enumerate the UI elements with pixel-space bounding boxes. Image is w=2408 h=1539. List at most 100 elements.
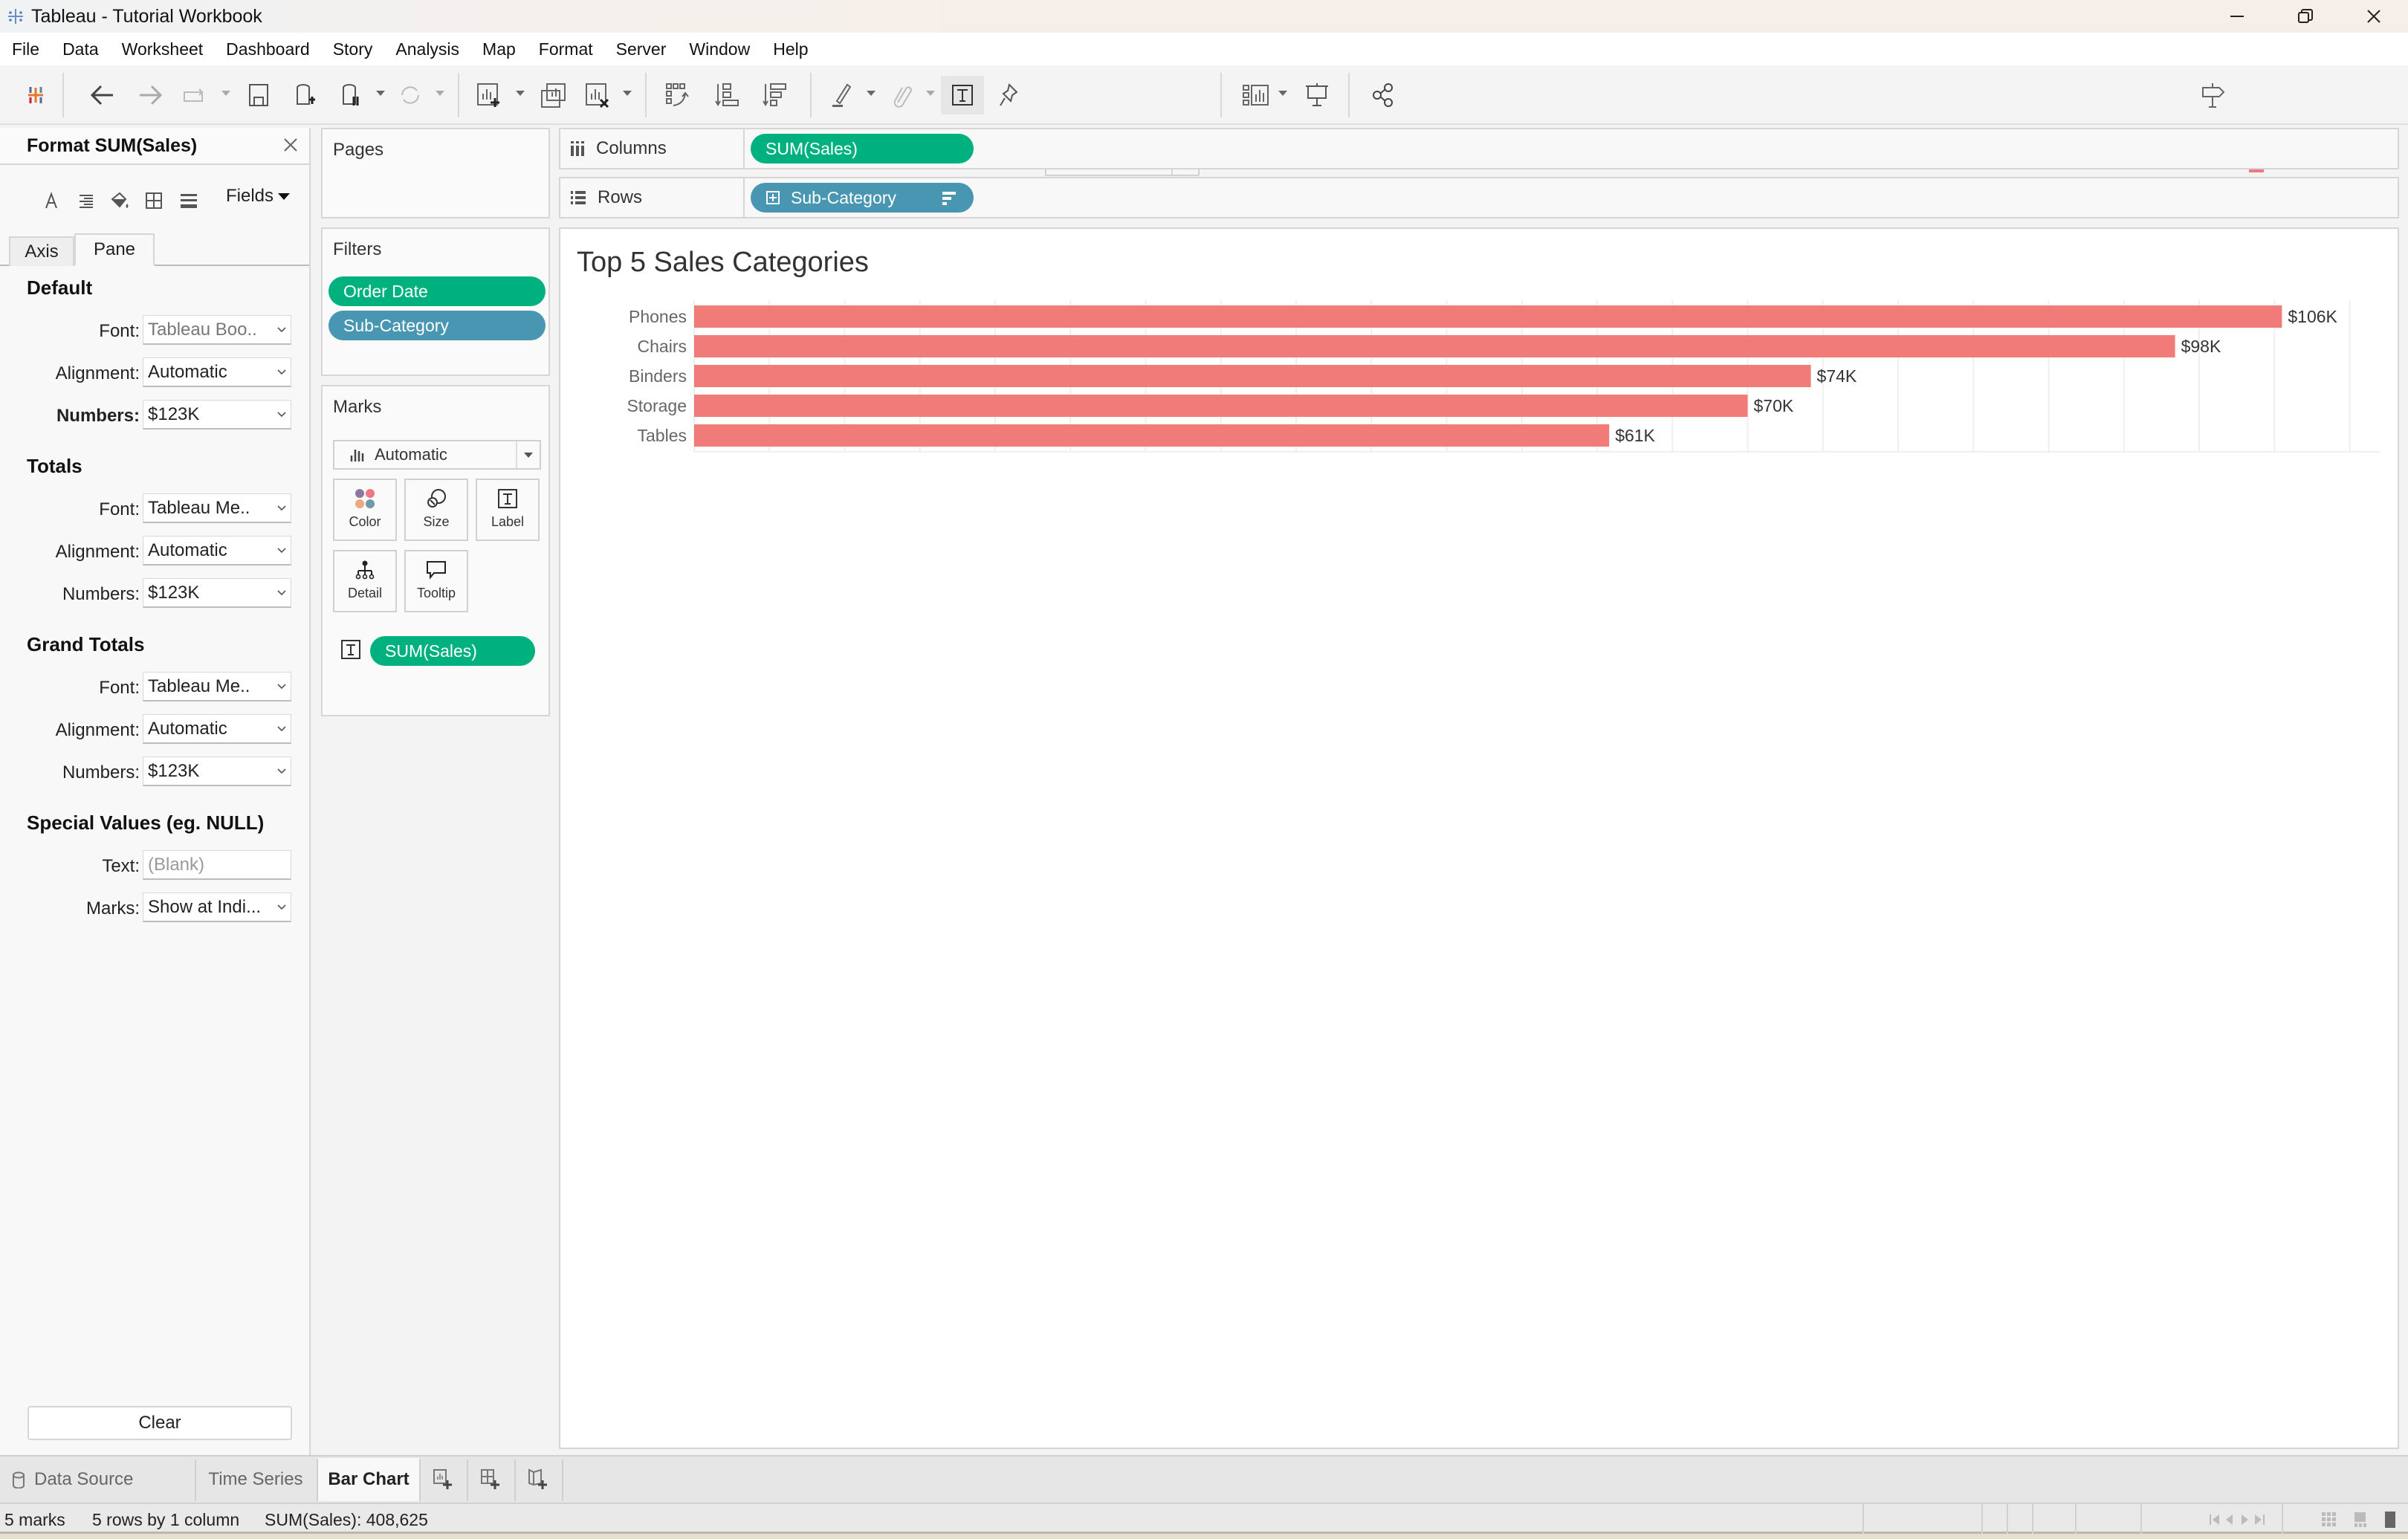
format-dropdown[interactable]: Automatic [143, 714, 291, 744]
menu-worksheet[interactable]: Worksheet [122, 39, 204, 59]
highlight-icon[interactable] [826, 76, 859, 114]
pause-auto-updates-icon[interactable] [334, 76, 367, 114]
close-icon[interactable] [279, 134, 302, 159]
menu-format[interactable]: Format [539, 39, 593, 59]
expand-icon[interactable] [766, 190, 780, 205]
format-text-input[interactable]: (Blank) [143, 850, 291, 880]
sort-descending-icon[interactable] [758, 76, 791, 114]
filter-pill-order-date[interactable]: Order Date [328, 276, 546, 306]
format-dropdown[interactable]: Show at Indi... [143, 892, 291, 922]
format-row: Font: Tableau Me.. [0, 672, 311, 703]
last-page-icon[interactable] [2249, 1509, 2270, 1531]
new-worksheet-icon[interactable] [473, 76, 505, 114]
rows-shelf[interactable]: Rows Sub-Category [559, 177, 2399, 218]
detail-button[interactable]: Detail [333, 550, 397, 612]
tab-axis[interactable]: Axis [9, 236, 74, 266]
sort-ascending-icon[interactable] [711, 76, 743, 114]
menu-map[interactable]: Map [482, 39, 516, 59]
font-format-icon[interactable] [34, 187, 68, 214]
filter-pill-sub-category[interactable]: Sub-Category [328, 311, 546, 340]
format-panel: Format SUM(Sales) Fields Axis Pane Defau… [0, 128, 311, 1457]
toolbar: Standard Show Me [0, 65, 2408, 176]
format-dropdown[interactable]: $123K [143, 578, 291, 608]
show-mark-labels-icon[interactable] [941, 76, 984, 114]
columns-shelf[interactable]: Columns SUM(Sales) [559, 128, 2399, 169]
format-row: Numbers: $123K [0, 756, 311, 788]
filters-card[interactable]: Filters Order Date Sub-Category [321, 227, 550, 376]
format-dropdown[interactable]: $123K [143, 756, 291, 786]
label-button[interactable]: Label [476, 479, 540, 541]
attach-icon[interactable] [886, 76, 919, 114]
format-dropdown[interactable]: Tableau Me.. [143, 672, 291, 702]
clear-button[interactable]: Clear [27, 1406, 292, 1440]
shading-format-icon[interactable] [103, 187, 137, 214]
data-label: $61K [1615, 426, 1655, 445]
refresh-icon[interactable] [394, 76, 427, 114]
title-bar: Tableau - Tutorial Workbook [0, 0, 2408, 33]
menu-server[interactable]: Server [616, 39, 667, 59]
save-icon[interactable] [242, 76, 275, 114]
filmstrip-view-icon[interactable] [2350, 1509, 2371, 1531]
clear-sheet-icon[interactable] [581, 76, 614, 114]
sort-descending-icon[interactable] [941, 190, 957, 205]
format-dropdown[interactable]: Tableau Me.. [143, 493, 291, 523]
size-button[interactable]: Size [404, 479, 468, 541]
presentation-mode-icon[interactable] [1301, 76, 1333, 114]
new-dashboard-icon [481, 1469, 499, 1489]
marks-pill-sum-sales[interactable]: SUM(Sales) [370, 636, 535, 666]
bar[interactable] [694, 305, 2282, 328]
show-cards-icon[interactable] [1238, 76, 1274, 114]
borders-format-icon[interactable] [137, 187, 171, 214]
guide-signpost-icon[interactable] [2197, 76, 2230, 114]
tab-data-source[interactable]: Data Source [12, 1458, 193, 1501]
menu-story[interactable]: Story [333, 39, 373, 59]
menu-file[interactable]: File [12, 39, 39, 59]
normal-view-icon[interactable] [2380, 1509, 2401, 1531]
swap-rows-columns-icon[interactable] [661, 76, 694, 114]
tab-bar-chart[interactable]: Bar Chart [318, 1458, 419, 1501]
mark-type-dropdown[interactable]: Automatic [333, 440, 541, 470]
close-window-button[interactable] [2340, 0, 2408, 33]
bar[interactable] [694, 395, 1748, 417]
bar[interactable] [694, 424, 1610, 447]
new-data-source-icon[interactable] [288, 76, 321, 114]
rows-pill-sub-category[interactable]: Sub-Category [751, 183, 974, 213]
minimize-button[interactable] [2203, 0, 2271, 33]
alignment-format-icon[interactable] [68, 187, 103, 214]
menu-data[interactable]: Data [62, 39, 99, 59]
tab-pane[interactable]: Pane [74, 233, 155, 266]
tab-time-series[interactable]: Time Series [196, 1458, 315, 1501]
redo-icon[interactable] [134, 76, 166, 114]
format-dropdown[interactable]: $123K [143, 400, 291, 430]
fix-axes-pin-icon[interactable] [993, 76, 1026, 114]
tooltip-button[interactable]: Tooltip [404, 550, 468, 612]
chevron-down-icon [273, 589, 291, 597]
pages-card[interactable]: Pages [321, 128, 550, 218]
replay-animation-icon[interactable] [178, 76, 211, 114]
format-dropdown[interactable]: Automatic [143, 536, 291, 566]
bar[interactable] [694, 335, 2175, 357]
menu-analysis[interactable]: Analysis [395, 39, 459, 59]
restore-button[interactable] [2271, 0, 2340, 33]
menu-dashboard[interactable]: Dashboard [226, 39, 310, 59]
menu-help[interactable]: Help [773, 39, 808, 59]
share-icon[interactable] [1368, 76, 1400, 114]
columns-pill-sum-sales[interactable]: SUM(Sales) [751, 134, 974, 163]
format-dropdown[interactable]: Automatic [143, 357, 291, 387]
menu-window[interactable]: Window [689, 39, 750, 59]
fields-dropdown[interactable]: Fields [226, 186, 291, 207]
bar[interactable] [694, 365, 1811, 387]
undo-icon[interactable] [86, 76, 119, 114]
new-worksheet-tab-button[interactable] [421, 1458, 465, 1501]
tableau-start-icon[interactable] [21, 76, 51, 114]
new-dashboard-tab-button[interactable] [468, 1458, 513, 1501]
duplicate-sheet-icon[interactable] [537, 76, 569, 114]
lines-format-icon[interactable] [171, 187, 205, 214]
sheet-sorter-view-icon[interactable] [2319, 1509, 2340, 1531]
tooltip-icon [427, 561, 446, 580]
new-story-tab-button[interactable] [516, 1458, 560, 1501]
format-dropdown[interactable]: Tableau Boo.. [143, 315, 291, 345]
color-button[interactable]: Color [333, 479, 397, 541]
chevron-down-icon [273, 768, 291, 775]
data-label: $98K [2181, 337, 2221, 356]
